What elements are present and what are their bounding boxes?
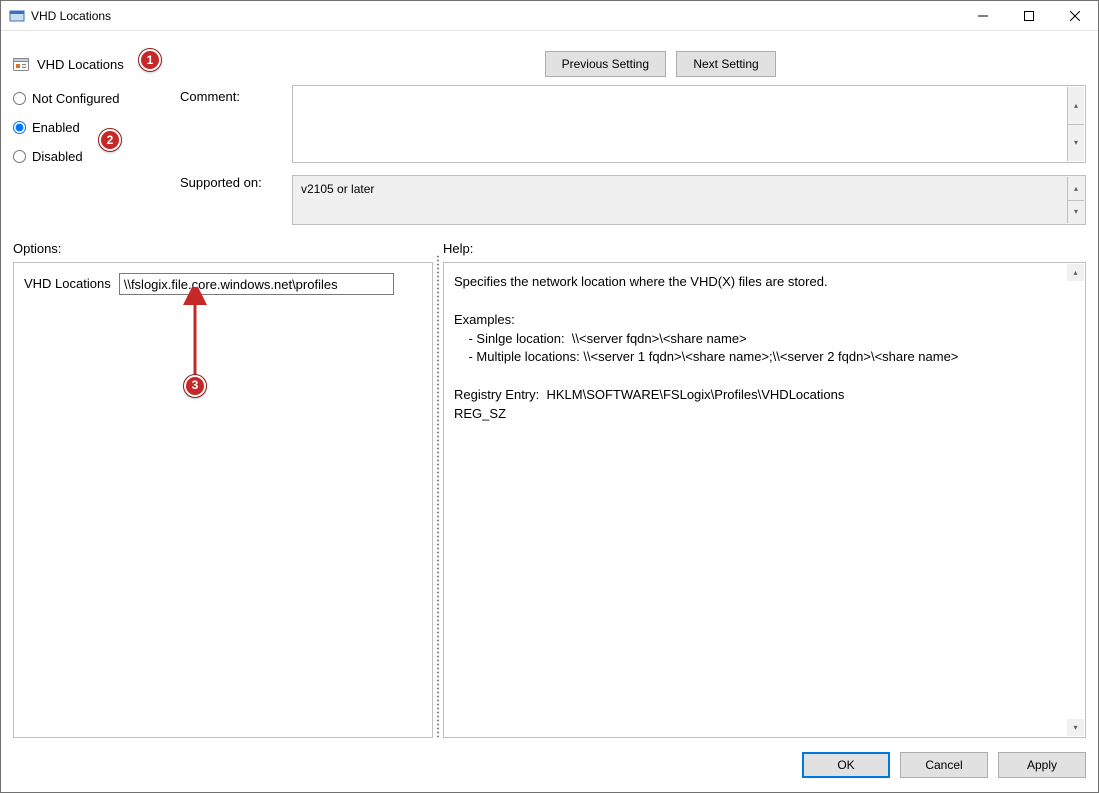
option-field-label: VHD Locations: [24, 275, 111, 294]
supported-scroll: ▴ ▾: [1067, 177, 1084, 223]
radio-not-configured[interactable]: Not Configured: [13, 91, 168, 106]
callout-arrow: [180, 287, 210, 387]
help-body: Specifies the network location where the…: [443, 262, 1086, 738]
radio-label: Not Configured: [32, 91, 119, 106]
options-header: Options:: [13, 237, 433, 262]
scroll-up-icon[interactable]: ▴: [1067, 264, 1084, 281]
radio-label: Enabled: [32, 120, 80, 135]
options-pane: Options: VHD Locations 3: [13, 237, 433, 738]
titlebar: VHD Locations: [1, 1, 1098, 31]
scroll-up-icon[interactable]: ▴: [1067, 87, 1084, 125]
help-text: Specifies the network location where the…: [454, 273, 1065, 424]
supported-on-label: Supported on:: [180, 175, 280, 190]
close-button[interactable]: [1052, 1, 1098, 30]
policy-icon: [13, 56, 29, 72]
scroll-up-icon: ▴: [1067, 177, 1084, 201]
window-title: VHD Locations: [31, 9, 960, 23]
previous-setting-button[interactable]: Previous Setting: [545, 51, 666, 77]
ok-button[interactable]: OK: [802, 752, 890, 778]
footer: OK Cancel Apply: [1, 738, 1098, 792]
cancel-button[interactable]: Cancel: [900, 752, 988, 778]
comment-textbox[interactable]: ▴ ▾: [292, 85, 1086, 163]
state-radios: Not Configured Enabled Disabled: [13, 85, 168, 225]
window-buttons: [960, 1, 1098, 30]
supported-on-textbox: v2105 or later ▴ ▾: [292, 175, 1086, 225]
radio-label: Disabled: [32, 149, 83, 164]
callout-1: 1: [139, 49, 161, 71]
header-row: VHD Locations Previous Setting Next Sett…: [1, 31, 1098, 85]
scroll-down-icon: ▾: [1067, 201, 1084, 224]
help-scrollbar[interactable]: ▴ ▾: [1067, 264, 1084, 736]
app-icon: [9, 8, 25, 24]
radio-enabled[interactable]: Enabled: [13, 120, 168, 135]
page-title: VHD Locations: [37, 57, 124, 72]
next-setting-button[interactable]: Next Setting: [676, 51, 776, 77]
scroll-down-icon[interactable]: ▾: [1067, 719, 1084, 736]
scroll-down-icon[interactable]: ▾: [1067, 125, 1084, 162]
vhd-locations-input[interactable]: [119, 273, 394, 295]
radio-disabled[interactable]: Disabled: [13, 149, 168, 164]
help-pane: Help: Specifies the network location whe…: [443, 237, 1086, 738]
comment-scroll[interactable]: ▴ ▾: [1067, 87, 1084, 161]
apply-button[interactable]: Apply: [998, 752, 1086, 778]
config-area: Not Configured Enabled Disabled Comment:…: [1, 85, 1098, 237]
callout-3: 3: [184, 375, 206, 397]
panes: Options: VHD Locations 3 Help: Specifies…: [1, 237, 1098, 738]
help-header: Help:: [443, 237, 1086, 262]
options-body: VHD Locations 3: [13, 262, 433, 738]
minimize-button[interactable]: [960, 1, 1006, 30]
maximize-button[interactable]: [1006, 1, 1052, 30]
pane-splitter[interactable]: [435, 255, 441, 738]
comment-label: Comment:: [180, 89, 280, 175]
supported-on-value: v2105 or later: [301, 182, 374, 196]
